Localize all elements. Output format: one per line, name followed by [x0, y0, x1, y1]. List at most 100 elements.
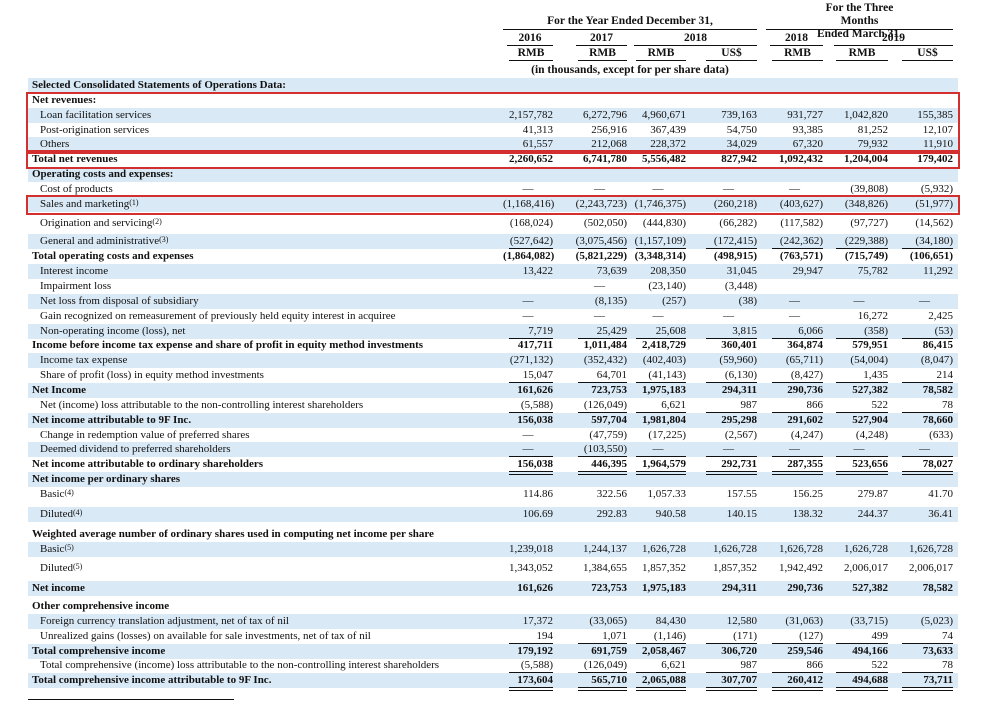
table-row: Other comprehensive income: [28, 599, 958, 614]
total-double-rule: [509, 471, 553, 475]
cell-value: 78,582: [922, 384, 953, 396]
subtotal-rule: [706, 643, 757, 644]
cell-value: 106.69: [522, 508, 553, 520]
cell-value: 723,753: [591, 384, 627, 396]
table-row: Net income attributable to ordinary shar…: [28, 457, 958, 472]
row-label: Total operating costs and expenses: [32, 249, 194, 264]
cell-value: (715,749): [844, 250, 888, 262]
header-currency-5: RMB: [848, 47, 876, 59]
table-row: Basic(4) 114.86 322.56 1,057.33 157.55 156.25…: [28, 487, 958, 502]
row-label-text: Non-operating income (loss), net: [40, 325, 186, 337]
row-label-text: Net (income) loss attributable to the no…: [40, 399, 364, 411]
subtotal-rule: [902, 643, 953, 644]
cell-value: (8,135): [594, 295, 627, 307]
row-label-text: Share of profit (loss) in equity method …: [40, 369, 264, 381]
cell-value: 156.25: [792, 488, 823, 500]
cell-value: (5,588): [520, 659, 553, 671]
cell-value: (17,225): [648, 429, 686, 441]
row-label: Impairment loss: [40, 279, 111, 294]
cell-value: 74: [942, 630, 953, 642]
cell-value: 3,815: [732, 325, 757, 337]
table-row: Total comprehensive (income) loss attrib…: [28, 658, 958, 673]
total-double-rule: [636, 687, 686, 691]
cell-value: (1,157,109): [634, 235, 686, 247]
cell-value: 987: [740, 399, 758, 411]
cell-value: 292.83: [596, 508, 627, 520]
row-label-text: Impairment loss: [40, 280, 112, 292]
header-year-underline: [576, 45, 627, 46]
row-label-text: Total comprehensive income: [32, 645, 166, 657]
cell-value: —: [522, 295, 534, 307]
row-label-text: Net income per ordinary shares: [32, 473, 181, 485]
footnote-marker: (2): [152, 217, 162, 226]
cell-value: —: [789, 443, 800, 455]
row-label-text: Basic: [40, 488, 65, 500]
row-label: Income before income tax expense and sha…: [32, 338, 423, 353]
table-row: Income before income tax expense and sha…: [28, 338, 958, 353]
cell-value: (502,050): [583, 217, 627, 229]
cell-value: (271,132): [509, 354, 553, 366]
cell-value: 173,604: [517, 674, 553, 686]
subtotal-rule: [836, 248, 888, 249]
row-label: Net income attributable to 9F Inc.: [32, 413, 191, 428]
subtotal-rule: [836, 672, 888, 673]
cell-value: 494,166: [852, 645, 888, 657]
cell-value: 29,947: [792, 265, 823, 277]
cell-value: (352,432): [583, 354, 627, 366]
footnote-rule: [28, 699, 234, 700]
row-label: General and administrative(3): [40, 234, 168, 249]
cell-value: (3,448): [724, 280, 757, 292]
header-currency-4: RMB: [784, 47, 811, 59]
header-year-3: 2018: [785, 32, 808, 44]
row-label: Gain recognized on remeasurement of prev…: [40, 309, 396, 324]
cell-value: 78: [942, 399, 953, 411]
subtotal-rule: [772, 672, 823, 673]
cell-value: 364,874: [787, 339, 823, 351]
subtotal-rule: [578, 248, 627, 249]
footnote-marker: (4): [64, 488, 74, 497]
cell-value: 161,626: [517, 582, 553, 594]
row-label: Net Income: [32, 383, 86, 398]
row-label: Deemed dividend to preferred shareholder…: [40, 442, 231, 457]
row-label: Weighted average number of ordinary shar…: [32, 527, 434, 542]
cell-value: (117,582): [780, 217, 823, 229]
table-row: Interest income 13,422 73,639 208,350 31,045…: [28, 264, 958, 279]
cell-value: 1,244,137: [583, 543, 627, 555]
subtotal-rule: [636, 412, 686, 413]
row-label-text: Foreign currency translation adjustment,…: [40, 615, 289, 627]
row-label: Unrealized gains (losses) on available f…: [40, 629, 371, 644]
cell-value: 522: [871, 659, 889, 671]
cell-value: (5,588): [520, 399, 553, 411]
footnote-marker: (3): [159, 235, 169, 244]
header-year-underline: [634, 45, 757, 46]
cell-value: 179,192: [517, 645, 553, 657]
cell-value: (1,146): [653, 630, 686, 642]
cell-value: (5,023): [920, 615, 953, 627]
subtotal-rule: [706, 456, 757, 457]
subtotal-rule: [902, 338, 953, 339]
row-label: Origination and servicing(2): [40, 216, 162, 231]
table-row: Total comprehensive income attributable …: [28, 673, 958, 688]
row-label: Selected Consolidated Statements of Oper…: [32, 78, 286, 93]
row-label-text: Total comprehensive income attributable …: [32, 674, 272, 686]
cell-value: (444,830): [642, 217, 686, 229]
cell-value: 987: [740, 659, 758, 671]
row-label-text: Net loss from disposal of subsidiary: [40, 295, 199, 307]
row-label: Change in redemption value of preferred …: [40, 428, 250, 443]
subtotal-rule: [836, 338, 888, 339]
subtotal-rule: [509, 456, 553, 457]
cell-value: 6,621: [661, 399, 686, 411]
cell-value: 295,298: [721, 414, 757, 426]
cell-value: 2,065,088: [642, 674, 686, 686]
cell-value: —: [853, 443, 865, 455]
subtotal-rule: [578, 338, 627, 339]
cell-value: —: [789, 310, 800, 322]
row-label-text: Diluted: [40, 508, 73, 520]
cell-value: 1,057.33: [647, 488, 687, 500]
cell-value: 15,047: [522, 369, 553, 381]
cell-value: (33,715): [850, 615, 888, 627]
row-label-text: Interest income: [40, 265, 109, 277]
cell-value: 157.55: [726, 488, 757, 500]
cell-value: (126,049): [583, 399, 627, 411]
table-row: Net Income 161,626 723,753 1,975,183 294,311…: [28, 383, 958, 398]
